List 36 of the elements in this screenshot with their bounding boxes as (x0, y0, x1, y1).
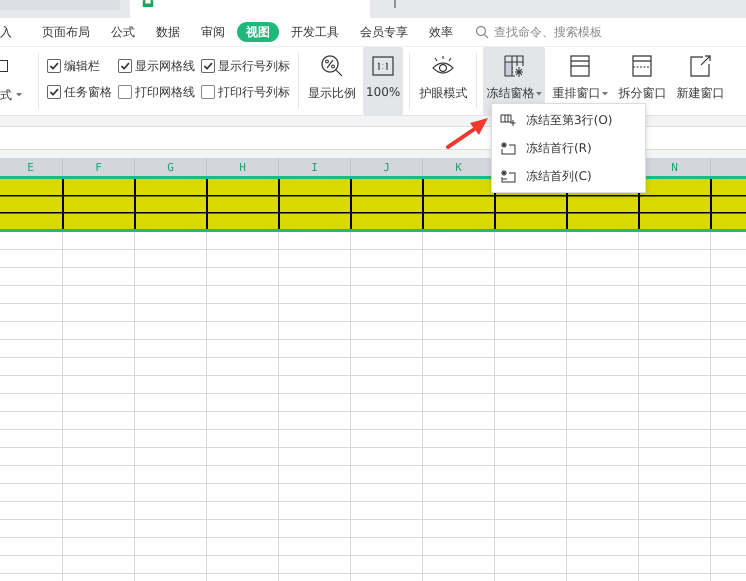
checkbox-option[interactable]: 编辑栏 (47, 53, 112, 79)
freeze-column-icon (500, 169, 516, 183)
ribbon-button[interactable]: 显示比例 (305, 47, 359, 115)
zoom-icon (319, 53, 345, 79)
pointer-arrow (446, 115, 490, 149)
menu-tab[interactable]: 审阅 (192, 22, 234, 42)
caret-icon (536, 92, 542, 96)
checkbox-option[interactable]: 显示网格线 (118, 53, 195, 79)
freeze-rows-icon (500, 113, 516, 127)
ribbon-button[interactable]: 100% (363, 47, 404, 115)
freeze-row-icon (500, 141, 516, 155)
menu-tab[interactable]: 公式 (102, 22, 144, 42)
checkbox[interactable] (118, 59, 132, 73)
checkbox[interactable] (47, 85, 61, 99)
menu-tab[interactable]: 效率 (420, 22, 462, 42)
spreadsheet-file-icon (142, 0, 154, 7)
checkbox-option[interactable]: 显示行号列标 (201, 53, 290, 79)
menu-tab[interactable]: 会员专享 (351, 22, 417, 42)
checkbox-option[interactable]: 打印网格线 (118, 79, 195, 105)
ribbon-button[interactable]: 护眼模式 (416, 47, 470, 115)
menu-tab[interactable]: 页面布局 (33, 22, 99, 42)
checkbox[interactable] (201, 85, 215, 99)
checkbox[interactable] (201, 59, 215, 73)
checkbox-option[interactable]: 打印行号列标 (201, 79, 290, 105)
ribbon-button[interactable]: 新建窗口 (673, 47, 728, 115)
search-icon (475, 25, 489, 39)
search-field[interactable]: 查找命令、搜索模板 (475, 24, 636, 40)
caret-icon (16, 93, 22, 97)
ribbon-label: 式 (0, 87, 12, 104)
menu-tab[interactable]: 开发工具 (282, 22, 348, 42)
caret-icon (602, 92, 608, 96)
checkbox[interactable] (118, 85, 132, 99)
checkbox-option[interactable]: 任务窗格 (47, 79, 112, 105)
checkbox[interactable] (47, 59, 61, 73)
menu-tab[interactable]: 数据 (147, 22, 189, 42)
menu-tab[interactable]: 入 (0, 22, 21, 42)
